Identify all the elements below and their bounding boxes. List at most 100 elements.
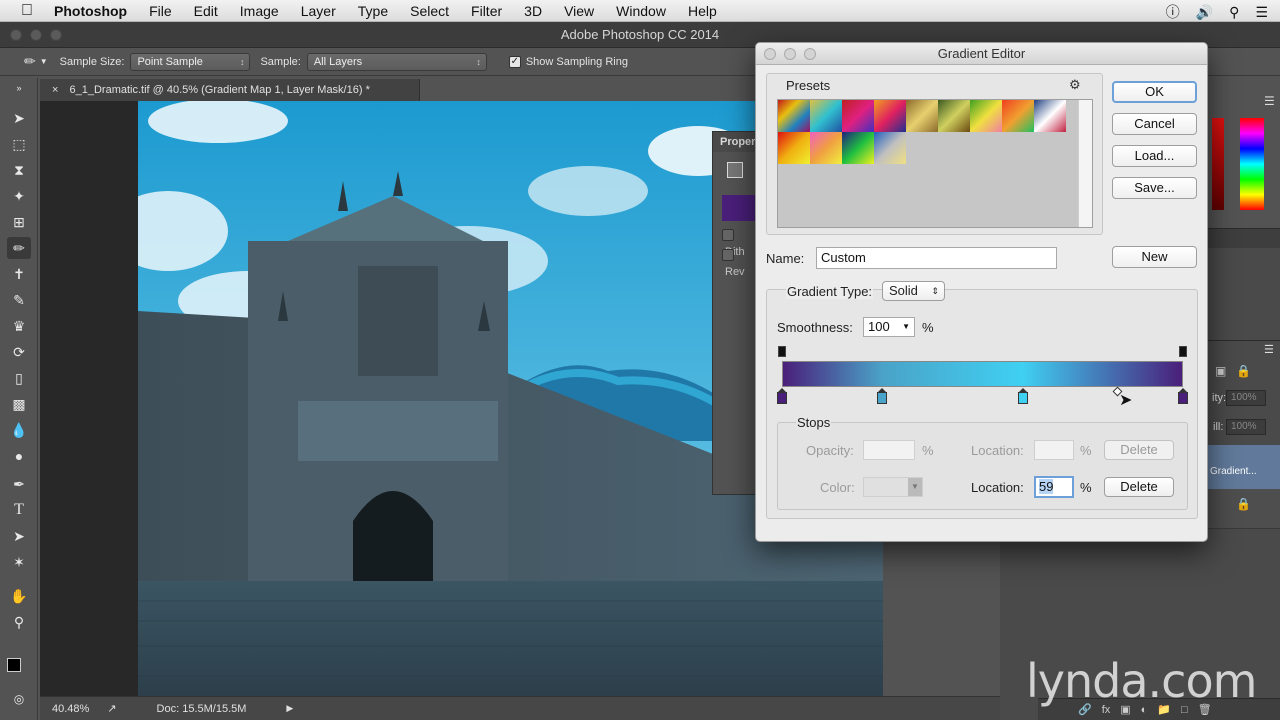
color-stop-3[interactable] (1178, 388, 1188, 404)
menu-window[interactable]: Window (616, 3, 666, 19)
color-field[interactable] (1212, 118, 1224, 210)
preset-gradient-swatch[interactable] (906, 100, 938, 132)
sample-select[interactable]: All Layers (306, 52, 487, 71)
filter-image-icon[interactable]: ▣ (1215, 364, 1226, 378)
dialog-minimize-button[interactable] (784, 48, 796, 60)
quick-mask-icon[interactable]: ◎ (7, 688, 31, 710)
dither-checkbox[interactable] (722, 229, 734, 241)
foreground-color-swatch[interactable] (7, 658, 21, 672)
sample-size-select[interactable]: Point Sample (130, 52, 251, 71)
hue-slider[interactable] (1240, 118, 1264, 210)
preset-gradient-swatch[interactable] (842, 100, 874, 132)
load-button[interactable]: Load... (1112, 145, 1197, 167)
menu-app-name[interactable]: Photoshop (54, 3, 127, 19)
smoothness-input[interactable]: 100 ▼ (863, 317, 915, 337)
preset-gradient-swatch[interactable] (874, 132, 906, 164)
ok-button[interactable]: OK (1112, 81, 1197, 103)
search-icon[interactable]: ⚲ (1229, 4, 1239, 21)
preset-gradient-swatch[interactable] (1002, 100, 1034, 132)
close-window-button[interactable] (10, 29, 22, 41)
smoothness-dropdown-icon[interactable]: ▼ (902, 318, 910, 336)
menu-3d[interactable]: 3D (524, 3, 542, 19)
reverse-checkbox[interactable] (722, 249, 734, 261)
delete-opacity-stop-button[interactable]: Delete (1104, 440, 1174, 460)
quick-select-tool-icon[interactable]: ✦ (7, 185, 31, 207)
hand-tool-icon[interactable]: ✋ (7, 585, 31, 607)
menu-edit[interactable]: Edit (194, 3, 218, 19)
stamp-tool-icon[interactable]: ♛ (7, 315, 31, 337)
share-icon[interactable]: ↗ (107, 702, 116, 715)
color-location-input[interactable]: 59 (1034, 476, 1074, 498)
panel-menu-icon[interactable]: ☰ (1264, 94, 1275, 108)
marquee-tool-icon[interactable]: ⬚ (7, 133, 31, 155)
collapse-tools-icon[interactable]: » (7, 82, 31, 94)
volume-icon[interactable]: 🔊 (1196, 4, 1213, 21)
preset-gradient-swatch[interactable] (1034, 100, 1066, 132)
pen-tool-icon[interactable]: ✒ (7, 473, 31, 495)
minimize-window-button[interactable] (30, 29, 42, 41)
save-button[interactable]: Save... (1112, 177, 1197, 199)
menu-file[interactable]: File (149, 3, 172, 19)
custom-shape-tool-icon[interactable]: ✶ (7, 551, 31, 573)
tool-preset-chevron-icon[interactable]: ▼ (40, 57, 48, 66)
preset-gradient-swatch[interactable] (938, 100, 970, 132)
opacity-location-input[interactable] (1034, 440, 1074, 460)
gradient-map-preview[interactable] (722, 195, 757, 221)
type-tool-icon[interactable]: T (7, 499, 31, 521)
gradient-tool-icon[interactable]: ▩ (7, 393, 31, 415)
menu-help[interactable]: Help (688, 3, 717, 19)
menu-layer[interactable]: Layer (301, 3, 336, 19)
menu-image[interactable]: Image (240, 3, 279, 19)
preset-gradient-swatch[interactable] (874, 100, 906, 132)
color-stop-2[interactable] (1017, 388, 1028, 404)
lasso-tool-icon[interactable]: ⧗ (7, 159, 31, 181)
status-menu-arrow-icon[interactable]: ▶ (286, 703, 293, 714)
eraser-tool-icon[interactable]: ▯ (7, 367, 31, 389)
move-tool-icon[interactable]: ➤ (7, 107, 31, 129)
zoom-level[interactable]: 40.48% (52, 703, 89, 715)
zoom-tool-icon[interactable]: ⚲ (7, 611, 31, 633)
gradient-preview-bar[interactable] (782, 361, 1183, 387)
menu-select[interactable]: Select (410, 3, 449, 19)
color-stop-swatch[interactable]: ▼ (863, 477, 923, 497)
filter-lock-icon[interactable]: 🔒 (1236, 364, 1251, 378)
layer-opacity-field[interactable]: 100% (1226, 390, 1266, 406)
reverse-option[interactable]: Rev (722, 249, 757, 278)
list-icon[interactable]: ☰ (1255, 4, 1268, 21)
delete-color-stop-button[interactable]: Delete (1104, 477, 1174, 497)
cancel-button[interactable]: Cancel (1112, 113, 1197, 135)
opacity-stop-input[interactable] (863, 440, 915, 460)
info-icon[interactable]: ⓘ (1166, 2, 1180, 22)
layer-fill-field[interactable]: 100% (1226, 419, 1266, 435)
zoom-window-button[interactable] (50, 29, 62, 41)
document-tab[interactable]: × 6_1_Dramatic.tif @ 40.5% (Gradient Map… (40, 79, 420, 101)
menu-view[interactable]: View (564, 3, 594, 19)
eyedropper-tool-icon[interactable]: ✏ (7, 237, 31, 259)
color-stop-0[interactable] (777, 388, 787, 404)
preset-gradient-swatch[interactable] (810, 132, 842, 164)
menu-type[interactable]: Type (358, 3, 388, 19)
presets-gear-icon[interactable]: ⚙ (1069, 77, 1081, 93)
path-select-tool-icon[interactable]: ➤ (7, 525, 31, 547)
color-swatch-dropdown-icon[interactable]: ▼ (908, 478, 922, 496)
close-tab-icon[interactable]: × (52, 84, 58, 96)
healing-brush-tool-icon[interactable]: ✝ (7, 263, 31, 285)
color-stop-1[interactable] (877, 388, 888, 404)
blur-tool-icon[interactable]: 💧 (7, 419, 31, 441)
preset-gradient-swatch[interactable] (778, 132, 810, 164)
dodge-tool-icon[interactable]: ● (7, 445, 31, 467)
apple-icon[interactable]:  (0, 2, 54, 20)
layer-name-gradient-map[interactable]: Gradient... (1210, 466, 1257, 477)
gradient-name-input[interactable]: Custom (816, 247, 1057, 269)
history-brush-tool-icon[interactable]: ⟳ (7, 341, 31, 363)
dialog-close-button[interactable] (764, 48, 776, 60)
opacity-stop-0[interactable] (778, 346, 786, 357)
layers-menu-icon[interactable]: ☰ (1264, 343, 1274, 356)
brush-tool-icon[interactable]: ✎ (7, 289, 31, 311)
eyedropper-icon[interactable]: ✏ (24, 53, 36, 70)
preset-gradient-swatch[interactable] (842, 132, 874, 164)
dialog-zoom-button[interactable] (804, 48, 816, 60)
crop-tool-icon[interactable]: ⊞ (7, 211, 31, 233)
opacity-stop-1[interactable] (1179, 346, 1187, 357)
show-sampling-ring-checkbox[interactable]: ✓ (508, 55, 521, 68)
